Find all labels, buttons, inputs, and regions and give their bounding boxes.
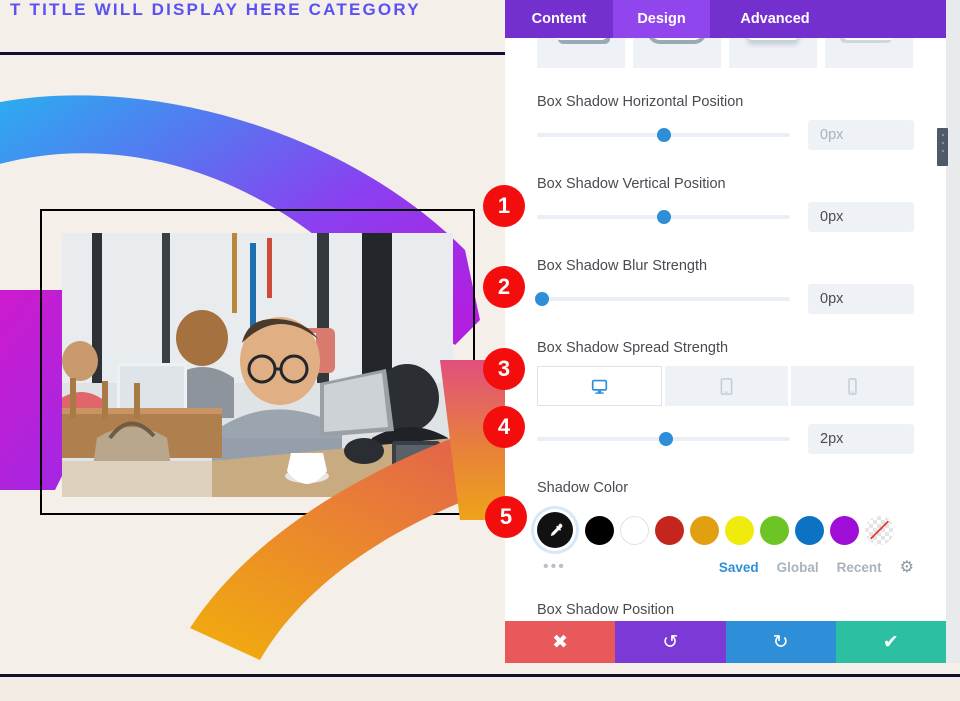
shadow-preset-2[interactable]: [633, 38, 721, 68]
swatch-purple[interactable]: [830, 515, 859, 545]
tab-design[interactable]: Design: [613, 0, 710, 38]
tab-design-label: Design: [637, 11, 686, 27]
row-shadow-horizontal: 0px: [537, 120, 914, 150]
module-settings-panel: Content Design Advanced Box Shadow Horiz…: [505, 0, 946, 663]
color-tab-recent[interactable]: Recent: [837, 560, 882, 575]
cancel-button[interactable]: ✖: [505, 621, 616, 663]
settings-action-bar: ✖ ↺ ↻ ✔: [505, 621, 946, 663]
settings-content: Box Shadow Horizontal Position 0px Box S…: [505, 38, 946, 618]
page-title: T TITLE WILL DISPLAY HERE CATEGORY: [10, 0, 421, 19]
slider-shadow-vertical[interactable]: [537, 207, 790, 227]
bottom-band: [0, 677, 960, 701]
panel-gutter: [946, 0, 960, 663]
box-shadow-preset-row: [537, 38, 914, 68]
swatch-black[interactable]: [585, 515, 614, 545]
label-shadow-vertical: Box Shadow Vertical Position: [537, 176, 726, 192]
settings-scroll-body: Box Shadow Horizontal Position 0px Box S…: [505, 38, 946, 618]
slider-shadow-spread[interactable]: [537, 429, 790, 449]
swatch-transparent[interactable]: [865, 515, 894, 545]
tab-advanced[interactable]: Advanced: [710, 0, 840, 38]
row-shadow-vertical: 0px: [537, 202, 914, 232]
input-shadow-spread[interactable]: 2px: [808, 424, 914, 454]
label-shadow-spread: Box Shadow Spread Strength: [537, 340, 729, 356]
settings-tabbar: Content Design Advanced: [505, 0, 946, 38]
label-shadow-position: Box Shadow Position: [537, 602, 675, 618]
device-tab-phone[interactable]: [791, 366, 914, 406]
check-icon: ✔: [882, 631, 899, 653]
input-shadow-vertical[interactable]: 0px: [808, 202, 914, 232]
row-shadow-blur: 0px: [535, 284, 914, 314]
callout-badge-2: 2: [483, 266, 525, 308]
more-colors-icon[interactable]: •••: [537, 558, 566, 576]
swatch-yellow[interactable]: [725, 515, 754, 545]
responsive-device-tabs: [537, 366, 914, 406]
redo-icon: ↻: [772, 631, 789, 653]
tab-content[interactable]: Content: [505, 0, 613, 38]
redo-button[interactable]: ↻: [725, 621, 836, 663]
swatch-orange[interactable]: [690, 515, 719, 545]
color-meta-row: ••• Saved Global Recent ⚙: [537, 554, 914, 580]
swatch-green[interactable]: [760, 515, 789, 545]
device-tab-tablet[interactable]: [665, 366, 788, 406]
undo-button[interactable]: ↺: [615, 621, 726, 663]
callout-badge-3: 3: [483, 348, 525, 390]
desktop-icon: [591, 379, 608, 394]
tab-content-label: Content: [531, 11, 587, 27]
swatch-blue[interactable]: [795, 515, 824, 545]
color-tab-saved[interactable]: Saved: [719, 560, 759, 575]
row-shadow-spread: 2px: [537, 424, 914, 454]
callout-badge-4: 4: [483, 406, 525, 448]
tab-advanced-label: Advanced: [740, 11, 810, 27]
label-shadow-blur: Box Shadow Blur Strength: [537, 258, 708, 274]
save-button[interactable]: ✔: [835, 621, 946, 663]
shadow-preset-3[interactable]: [729, 38, 817, 68]
shadow-preset-1[interactable]: [537, 38, 625, 68]
slider-shadow-horizontal[interactable]: [537, 125, 790, 145]
panel-scrollbar-thumb[interactable]: [937, 128, 948, 166]
close-icon: ✖: [552, 631, 569, 653]
tablet-icon: [720, 377, 733, 395]
gear-icon[interactable]: ⚙: [900, 557, 914, 577]
callout-badge-1: 1: [483, 185, 525, 227]
input-shadow-horizontal[interactable]: 0px: [808, 120, 914, 150]
color-tab-global[interactable]: Global: [777, 560, 819, 575]
swatch-red[interactable]: [655, 515, 684, 545]
input-shadow-blur[interactable]: 0px: [808, 284, 914, 314]
slider-shadow-blur[interactable]: [535, 289, 790, 309]
color-swatch-row: [537, 508, 914, 552]
undo-icon: ↺: [662, 631, 679, 653]
eyedropper-icon[interactable]: [537, 512, 573, 548]
callout-badge-5: 5: [485, 496, 527, 538]
device-tab-desktop[interactable]: [537, 366, 662, 406]
label-shadow-color: Shadow Color: [537, 480, 629, 496]
swatch-white[interactable]: [620, 515, 649, 545]
phone-icon: [848, 377, 857, 395]
label-shadow-horizontal: Box Shadow Horizontal Position: [537, 94, 744, 110]
shadow-preset-4[interactable]: [825, 38, 913, 68]
